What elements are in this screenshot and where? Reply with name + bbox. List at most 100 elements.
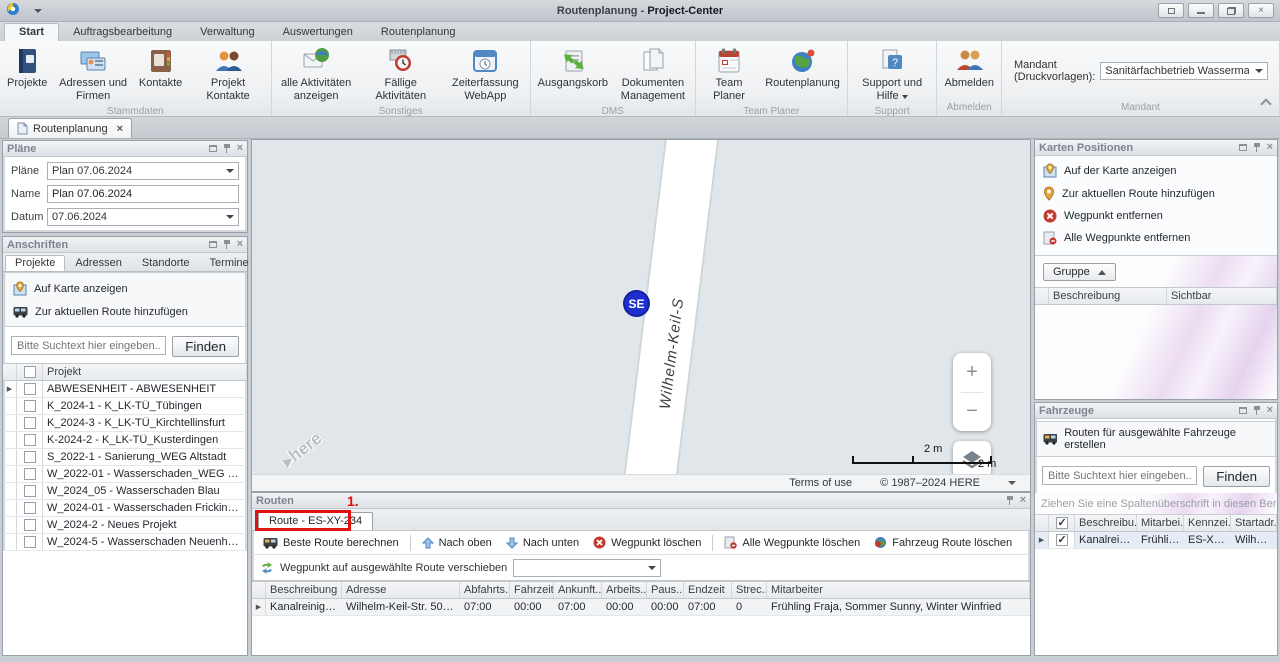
alle-aktivitaeten-button[interactable]: alle Aktivitäten anzeigen bbox=[274, 44, 359, 104]
column-header[interactable]: Startadr... bbox=[1231, 515, 1277, 531]
add-to-route-button[interactable]: Zur aktuellen Route hinzufügen bbox=[11, 301, 239, 323]
row-checkbox[interactable] bbox=[24, 383, 36, 395]
row-checkbox[interactable] bbox=[24, 468, 36, 480]
document-tab-routenplanung[interactable]: Routenplanung × bbox=[8, 118, 132, 138]
tab-termine[interactable]: Termine bbox=[200, 255, 259, 271]
map-marker-se[interactable]: SE bbox=[623, 290, 650, 317]
close-icon[interactable]: × bbox=[237, 143, 243, 154]
maximize-icon[interactable] bbox=[209, 145, 217, 152]
column-header[interactable]: Paus... bbox=[647, 582, 684, 598]
nach-oben-button[interactable]: Nach oben bbox=[417, 535, 497, 551]
column-header[interactable]: Fahrzeit bbox=[510, 582, 554, 598]
pin-icon[interactable] bbox=[1253, 406, 1261, 415]
tab-adressen[interactable]: Adressen bbox=[65, 255, 131, 271]
maximize-icon[interactable] bbox=[209, 241, 217, 248]
close-icon[interactable]: × bbox=[237, 239, 243, 250]
close-button[interactable]: × bbox=[1248, 3, 1274, 18]
zoom-in-button[interactable]: + bbox=[953, 353, 991, 392]
beste-route-berechnen-button[interactable]: Beste Route berechnen bbox=[258, 535, 404, 551]
column-header[interactable]: Beschreibung bbox=[1049, 288, 1167, 304]
plan-select[interactable]: Plan 07.06.2024 bbox=[47, 162, 239, 180]
team-planer-button[interactable]: Team Planer bbox=[698, 44, 760, 104]
row-checkbox[interactable] bbox=[24, 451, 36, 463]
maximize-icon[interactable] bbox=[1239, 144, 1247, 151]
row-checkbox[interactable] bbox=[1056, 534, 1068, 546]
table-row[interactable]: W_2024-01 - Wasserschaden Frickingen bbox=[3, 500, 247, 517]
column-header[interactable]: Endzeit bbox=[684, 582, 732, 598]
ribbon-tab-verwaltung[interactable]: Verwaltung bbox=[186, 24, 268, 41]
table-row[interactable]: W_2024_05 - Wasserschaden Blau bbox=[3, 483, 247, 500]
column-header[interactable]: Strec... bbox=[732, 582, 767, 598]
minimize-button[interactable] bbox=[1188, 3, 1214, 18]
table-row[interactable]: W_2024-5 - Wasserschaden Neuenhaus bbox=[3, 534, 247, 551]
restore-button[interactable] bbox=[1218, 3, 1244, 18]
column-header[interactable]: Adresse bbox=[342, 582, 460, 598]
faellige-aktivitaeten-button[interactable]: Fällige Aktivitäten bbox=[358, 44, 443, 104]
column-header[interactable]: Sichtbar bbox=[1167, 288, 1277, 304]
column-header-projekt[interactable]: Projekt bbox=[43, 364, 247, 380]
close-icon[interactable]: × bbox=[1267, 405, 1273, 416]
terms-of-use-link[interactable]: Terms of use bbox=[789, 477, 852, 489]
alle-wegpunkte-loeschen-button[interactable]: Alle Wegpunkte löschen bbox=[719, 534, 865, 551]
map-view[interactable]: Wilhelm-Keil-S SE + − 2 m 2 m ▸here Term… bbox=[251, 139, 1031, 492]
map-canvas[interactable]: Wilhelm-Keil-S SE + − 2 m 2 m ▸here bbox=[252, 140, 1030, 474]
projekte-button[interactable]: Projekte bbox=[2, 44, 52, 92]
select-all-checkbox[interactable] bbox=[24, 366, 36, 378]
table-row[interactable]: K_2024-3 - K_LK-TÜ_Kirchtellinsfurt bbox=[3, 415, 247, 432]
create-routes-button[interactable]: Routen für ausgewählte Fahrzeuge erstell… bbox=[1036, 421, 1276, 457]
fahrzeug-route-loeschen-button[interactable]: Fahrzeug Route löschen bbox=[869, 534, 1017, 551]
ausgangskorb-button[interactable]: Ausgangskorb bbox=[533, 44, 613, 92]
mandant-select[interactable]: Sanitärfachbetrieb Wassermann bbox=[1100, 62, 1268, 80]
search-input[interactable] bbox=[1042, 466, 1197, 485]
dokumenten-management-button[interactable]: Dokumenten Management bbox=[613, 44, 693, 104]
ribbon-tab-start[interactable]: Start bbox=[4, 23, 59, 41]
table-row[interactable]: ▶ Kanalreinig... Frühling... ES-XY-2... … bbox=[1035, 532, 1277, 549]
table-row[interactable]: W_2024-2 - Neues Projekt bbox=[3, 517, 247, 534]
row-checkbox[interactable] bbox=[24, 536, 36, 548]
ribbon-tab-auftragsbearbeitung[interactable]: Auftragsbearbeitung bbox=[59, 24, 186, 41]
target-route-select[interactable] bbox=[513, 559, 661, 577]
row-checkbox[interactable] bbox=[24, 519, 36, 531]
table-row[interactable]: ▶ Kanalreinigung Wilhelm-Keil-Str. 50,72… bbox=[252, 599, 1030, 616]
wegpunkt-loeschen-button[interactable]: Wegpunkt löschen bbox=[588, 534, 706, 551]
search-input[interactable] bbox=[11, 336, 166, 355]
column-header[interactable]: Abfahrts... bbox=[460, 582, 510, 598]
close-icon[interactable]: × bbox=[1267, 142, 1273, 153]
row-checkbox[interactable] bbox=[24, 485, 36, 497]
table-row[interactable]: W_2022-01 - Wasserschaden_WEG Gartenstr-… bbox=[3, 466, 247, 483]
tab-projekte[interactable]: Projekte bbox=[5, 255, 65, 271]
table-row[interactable]: K-2024-2 - K_LK-TÜ_Kusterdingen bbox=[3, 432, 247, 449]
zeiterfassung-webapp-button[interactable]: Zeiterfassung WebApp bbox=[443, 44, 528, 104]
column-header[interactable]: Arbeits... bbox=[602, 582, 647, 598]
row-checkbox[interactable] bbox=[24, 400, 36, 412]
pin-icon[interactable] bbox=[1253, 143, 1261, 152]
pin-icon[interactable] bbox=[223, 144, 231, 153]
column-header[interactable]: Mitarbeiter bbox=[767, 582, 1030, 598]
row-checkbox[interactable] bbox=[24, 434, 36, 446]
column-header[interactable]: Ankunft... bbox=[554, 582, 602, 598]
routenplanung-globe-button[interactable]: Routenplanung bbox=[760, 44, 845, 92]
find-button[interactable]: Finden bbox=[1203, 466, 1270, 487]
remove-all-waypoints-button[interactable]: Alle Wegpunkte entfernen bbox=[1041, 227, 1271, 249]
datum-select[interactable]: 07.06.2024 bbox=[47, 208, 239, 226]
pin-icon[interactable] bbox=[223, 240, 231, 249]
close-icon[interactable]: × bbox=[117, 123, 123, 135]
abmelden-button[interactable]: Abmelden bbox=[939, 44, 999, 92]
pin-icon[interactable] bbox=[1006, 496, 1014, 505]
column-header[interactable]: Mitarbei... bbox=[1137, 515, 1184, 531]
plan-name-input[interactable] bbox=[47, 185, 239, 203]
row-checkbox[interactable] bbox=[24, 417, 36, 429]
chevron-down-icon[interactable] bbox=[1008, 481, 1016, 485]
support-und-hilfe-button[interactable]: ? Support und Hilfe bbox=[850, 44, 935, 104]
gruppe-sort-button[interactable]: Gruppe bbox=[1043, 263, 1116, 281]
column-header[interactable]: Kennzei... bbox=[1184, 515, 1231, 531]
show-on-map-button[interactable]: Auf der Karte anzeigen bbox=[1041, 159, 1271, 182]
tab-standorte[interactable]: Standorte bbox=[132, 255, 200, 271]
add-to-route-button[interactable]: Zur aktuellen Route hinzufügen bbox=[1041, 182, 1271, 205]
table-row[interactable]: K_2024-1 - K_LK-TÜ_Tübingen bbox=[3, 398, 247, 415]
column-header[interactable]: Beschreibu... bbox=[1075, 515, 1137, 531]
close-icon[interactable]: × bbox=[1020, 495, 1026, 506]
table-row[interactable]: S_2022-1 - Sanierung_WEG Altstadt bbox=[3, 449, 247, 466]
adressen-und-firmen-button[interactable]: Adressen und Firmen bbox=[52, 44, 134, 104]
fullscreen-button[interactable] bbox=[1158, 3, 1184, 18]
